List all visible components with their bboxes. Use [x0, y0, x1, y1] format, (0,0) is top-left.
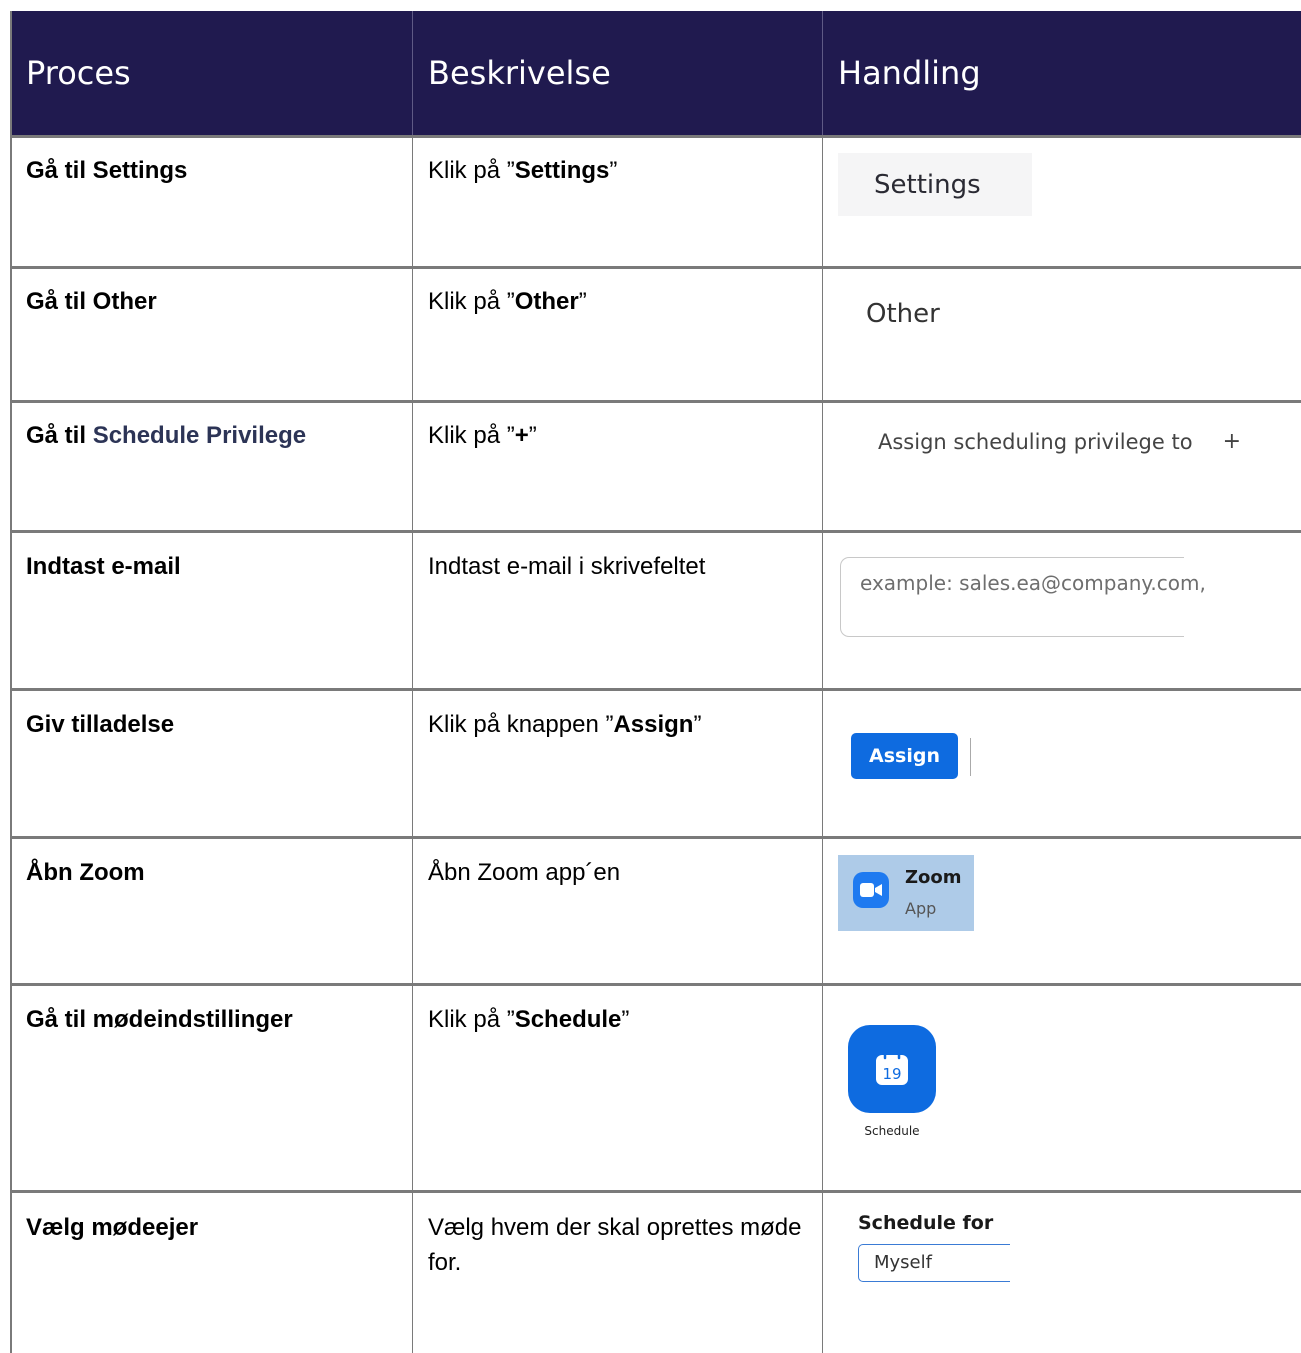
row-divider — [12, 400, 1301, 403]
row-divider — [12, 836, 1301, 839]
table-header: Proces Beskrivelse Handling — [12, 11, 1301, 135]
settings-tab[interactable]: Settings — [838, 153, 1032, 216]
zoom-camera-icon — [853, 872, 889, 908]
assign-privilege-row: Assign scheduling privilege to + — [878, 429, 1241, 454]
description-cell: Klik på ”Settings” — [428, 157, 618, 184]
description-cell: Indtast e-mail i skrivefeltet — [428, 553, 706, 580]
svg-text:19: 19 — [882, 1065, 901, 1083]
process-cell: Indtast e-mail — [26, 553, 181, 580]
description-cell: Åbn Zoom app´en — [428, 859, 621, 886]
description-cell: Klik på knappen ”Assign” — [428, 711, 702, 738]
process-cell: Gå til mødeindstillinger — [26, 1006, 293, 1033]
process-cell: Vælg mødeejer — [26, 1214, 199, 1241]
process-cell: Gå til Schedule Privilege — [26, 422, 307, 449]
row-divider — [12, 1190, 1301, 1193]
assign-privilege-label: Assign scheduling privilege to — [878, 429, 1193, 454]
row-divider — [12, 266, 1301, 269]
process-cell: Åbn Zoom — [26, 859, 145, 886]
header-process: Proces — [26, 54, 131, 92]
row-divider — [12, 135, 1301, 138]
calendar-icon: 19 — [876, 1050, 908, 1085]
process-cell: Gå til Settings — [26, 157, 188, 184]
row-divider — [12, 530, 1301, 533]
assign-button[interactable]: Assign — [851, 733, 958, 779]
process-cell: Gå til Other — [26, 288, 157, 315]
description-cell: Klik på ”+” — [428, 422, 537, 449]
header-description: Beskrivelse — [428, 54, 611, 92]
schedule-label: Schedule — [864, 1124, 920, 1138]
process-cell: Giv tilladelse — [26, 711, 175, 738]
instruction-table: Proces Beskrivelse Handling Gå til Setti… — [10, 11, 1301, 1353]
description-cell: Vælg hvem der skal oprettes møde for. — [428, 1214, 802, 1276]
column-divider — [822, 135, 823, 1353]
other-tab[interactable]: Other — [866, 299, 940, 329]
row-divider — [12, 688, 1301, 691]
column-divider — [412, 135, 413, 1353]
schedule-for-value: Myself — [874, 1252, 932, 1273]
zoom-app-name: Zoom — [905, 867, 962, 888]
description-cell: Klik på ”Other” — [428, 288, 587, 315]
email-placeholder: example: sales.ea@company.com, — [860, 571, 1206, 595]
description-cell: Klik på ”Schedule” — [428, 1006, 630, 1033]
add-plus-icon[interactable]: + — [1223, 429, 1241, 454]
divider — [970, 738, 971, 776]
row-divider — [12, 983, 1301, 986]
schedule-button[interactable]: 19 — [848, 1025, 936, 1113]
schedule-for-label: Schedule for — [858, 1212, 994, 1234]
zoom-app-type: App — [905, 899, 937, 918]
header-action: Handling — [838, 54, 981, 92]
email-input[interactable] — [840, 557, 1184, 637]
